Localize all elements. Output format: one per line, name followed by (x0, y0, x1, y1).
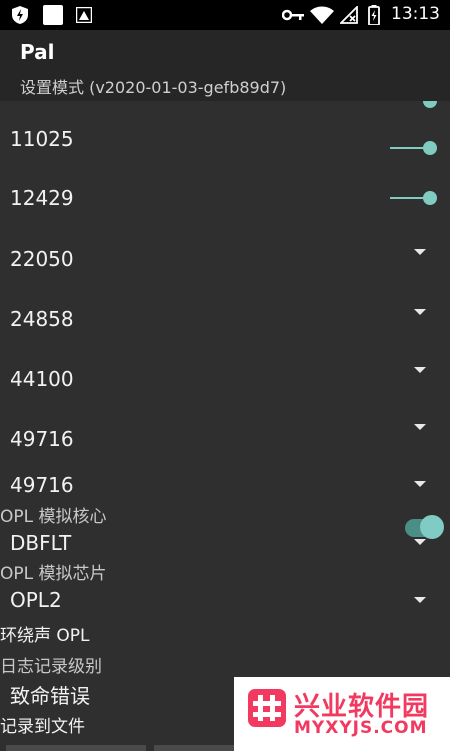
sample-rate-slider-thumb[interactable] (423, 191, 437, 205)
sample-rate-value: 12429 (10, 186, 74, 210)
opl-chip-label: OPL 模拟芯片 (0, 564, 107, 584)
chevron-down-icon[interactable] (414, 424, 426, 430)
status-bar: 13:13 (0, 0, 450, 30)
surround-opl-label: 环绕声 OPL (0, 626, 90, 646)
chevron-down-icon[interactable] (414, 309, 426, 315)
sample-rate-slider-thumb[interactable] (423, 141, 437, 155)
log-to-file-label[interactable]: 记录到文件 (0, 712, 85, 737)
sample-rate-value[interactable]: 24858 (10, 307, 74, 331)
chevron-down-icon[interactable] (414, 597, 426, 603)
sample-rate-value[interactable]: 49716 (10, 427, 74, 451)
wifi-icon (310, 6, 334, 24)
bottom-button-left[interactable] (6, 745, 146, 751)
key-icon (282, 9, 304, 21)
notification-square-icon (43, 5, 63, 25)
no-sim-icon (340, 6, 358, 24)
bottom-buttons (0, 745, 234, 751)
surround-opl-switch-thumb[interactable] (420, 515, 444, 539)
log-level-select[interactable]: 致命错误 (10, 680, 90, 709)
shield-icon (12, 6, 28, 24)
app-subtitle-overlay: 设置模式 (v2020-01-03-gefb89d7) (20, 78, 287, 97)
sample-rate-value[interactable]: 44100 (10, 367, 74, 391)
log-level-label: 日志记录级别 (0, 657, 102, 677)
sample-rate-value[interactable]: 49716 (10, 473, 74, 497)
watermark-logo-icon (248, 689, 286, 727)
chevron-down-icon[interactable] (414, 481, 426, 487)
watermark-domain: MYXYJS.COM (294, 718, 428, 738)
app-title-overlay: Pal (20, 40, 55, 64)
sample-rate-value[interactable]: 22050 (10, 247, 74, 271)
chevron-down-icon[interactable] (414, 367, 426, 373)
chevron-down-icon[interactable] (414, 539, 426, 545)
opl-core-label: OPL 模拟核心 (0, 507, 107, 527)
opl-core-select[interactable]: DBFLT (10, 531, 71, 555)
battery-charging-icon (368, 5, 380, 25)
chevron-down-icon[interactable] (414, 249, 426, 255)
app-bar-text: Pal 设置模式 (v2020-01-03-gefb89d7) (0, 30, 450, 101)
opl-chip-select[interactable]: OPL2 (10, 588, 62, 612)
bottom-button-right[interactable] (154, 745, 234, 751)
status-time: 13:13 (391, 4, 440, 24)
image-icon (76, 7, 92, 23)
sample-rate-value: 11025 (10, 127, 74, 151)
